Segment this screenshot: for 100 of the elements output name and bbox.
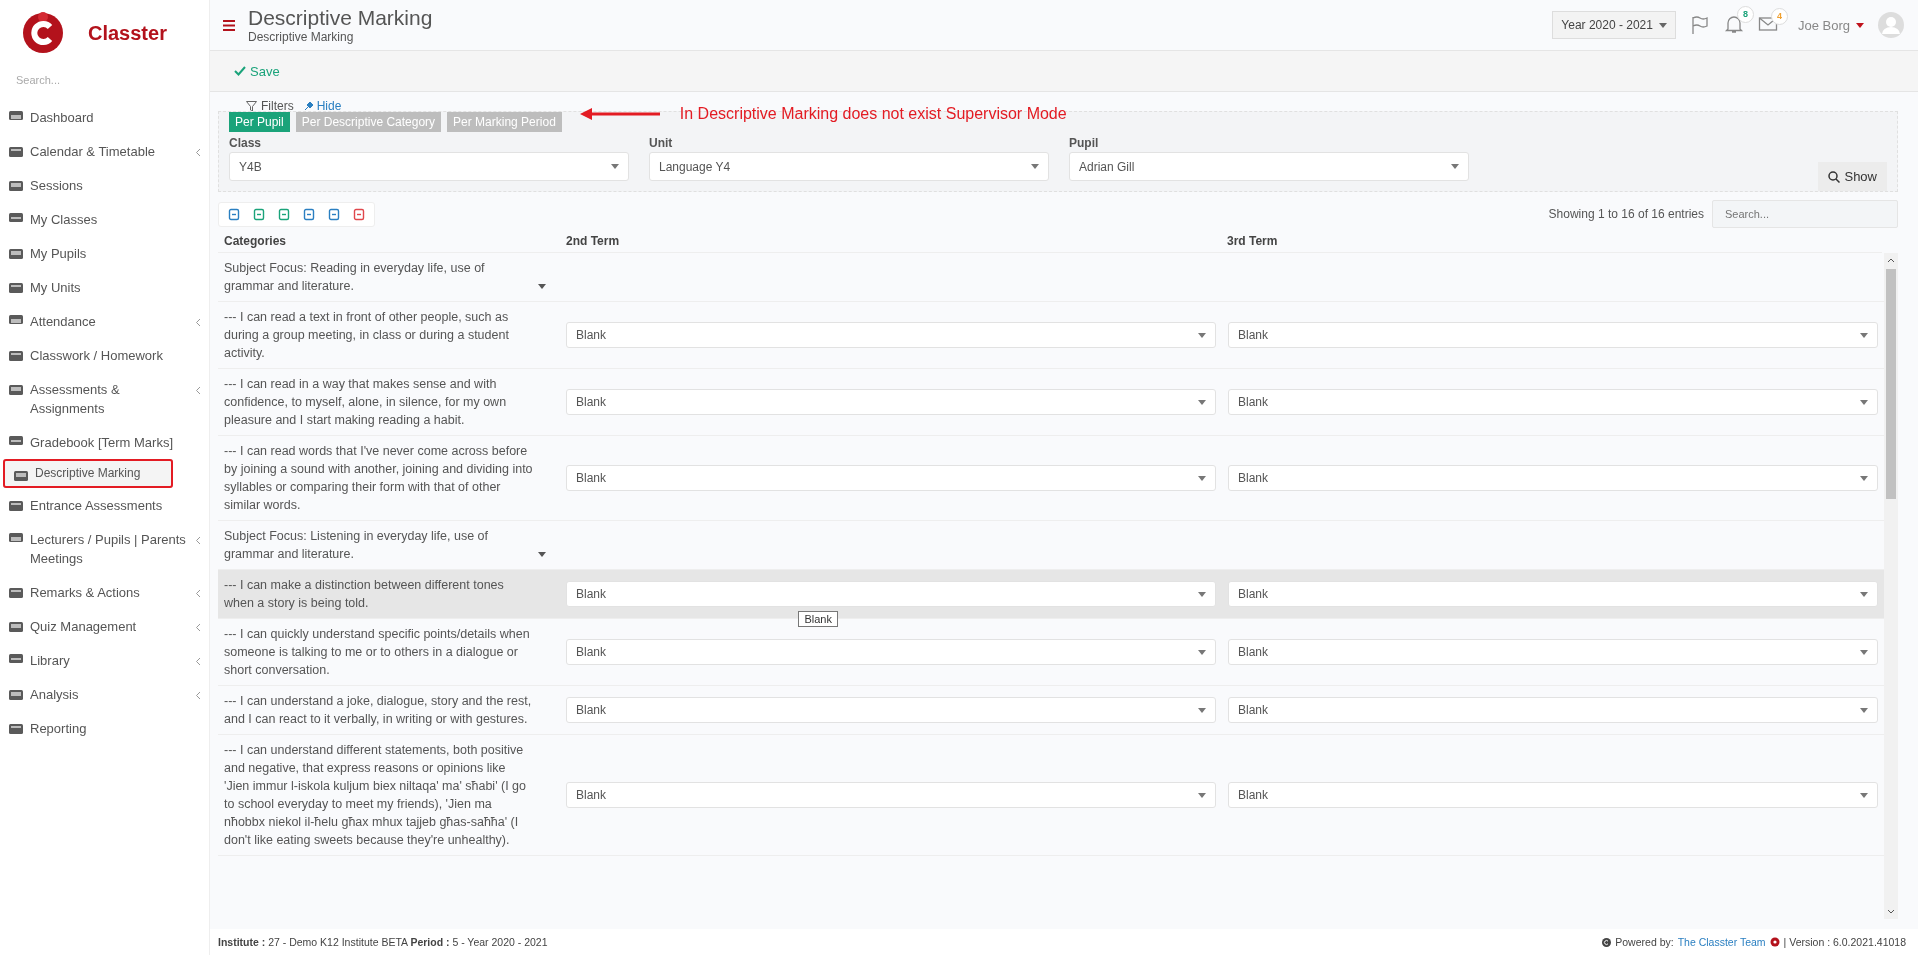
grade-select[interactable]: Blank: [566, 465, 1216, 491]
grade-select[interactable]: Blank: [566, 581, 1216, 607]
category-text: Subject Focus: Listening in everyday life, use of grammar and literature.: [224, 528, 490, 563]
caret-icon: [1856, 22, 1864, 28]
powered-by-text: Powered by:: [1615, 936, 1674, 948]
year-dropdown[interactable]: Year 2020 - 2021: [1552, 11, 1676, 39]
field-label: Unit: [649, 136, 674, 150]
category-text: --- I can read a text in front of other people, such as during a group meeting, in class or during a student activity.: [224, 309, 510, 362]
filters-label: Filters: [261, 99, 294, 113]
app-name: Classter: [88, 21, 167, 45]
flag-icon[interactable]: [1689, 15, 1710, 35]
grade-select[interactable]: Blank: [1228, 697, 1878, 723]
sidebar-item[interactable]: Calendar & Timetable: [0, 134, 203, 168]
pin-icon: [303, 101, 314, 111]
caret-icon: [1198, 649, 1206, 655]
notification-count: 8: [1736, 5, 1754, 23]
entries-info: Showing 1 to 16 of 16 entries: [1548, 207, 1704, 221]
institute-info: Institute : 27 - Demo K12 Institute BETA Period : 5 - Year 2020 - 2021: [218, 936, 548, 948]
show-button[interactable]: Show: [1818, 162, 1887, 191]
grade-select[interactable]: Blank: [1228, 389, 1878, 415]
category-text: --- I can read words that I've never come across before by joining a sound with another, joining and dividing into syllables or comparing their form with that of other similar words.: [224, 443, 534, 514]
hide-link[interactable]: Hide: [303, 99, 342, 113]
grade-select[interactable]: Blank: [1228, 465, 1878, 491]
column-header: 2nd Term: [566, 234, 621, 248]
annotation-text: In Descriptive Marking does not exist Supervisor Mode: [679, 105, 1067, 123]
caret-icon: [1658, 22, 1667, 28]
search-icon: [1828, 170, 1841, 183]
sidebar-item[interactable]: Lecturers / Pupils | Parents Meetings: [0, 522, 203, 575]
grade-select[interactable]: Blank: [566, 322, 1216, 348]
sidebar-item[interactable]: Entrance Assessments: [0, 488, 203, 522]
category-text: --- I can quickly understand specific points/details when someone is talking to me or to others in a dialogue or short conversation.: [224, 626, 531, 679]
select-field[interactable]: Y4B: [229, 152, 629, 181]
scrollbar-thumb[interactable]: [1886, 269, 1896, 499]
caret-icon: [1860, 707, 1868, 713]
page-title: Descriptive Marking: [248, 6, 434, 30]
grade-select[interactable]: Blank: [1228, 782, 1878, 808]
category-text: --- I can understand a joke, dialogue, story and the rest, and I can react to it verbally, in writing or with gestures.: [224, 693, 533, 728]
version-text: | Version : 6.0.2021.41018: [1783, 936, 1906, 948]
caret-icon: [1860, 475, 1868, 481]
sidebar-item[interactable]: Dashboard: [0, 100, 203, 134]
caret-icon: [1031, 164, 1039, 169]
caret-icon: [1198, 332, 1206, 338]
caret-icon: [1198, 591, 1206, 597]
logo-icon: [20, 10, 66, 56]
tooltip: Blank: [798, 611, 838, 627]
sidebar-item[interactable]: Classwork / Homework: [0, 338, 203, 372]
arrow-icon: [579, 108, 660, 120]
category-text: --- I can read in a way that makes sense and with confidence, to myself, alone, in silence, for my own pleasure and I start making reading a habit.: [224, 376, 508, 429]
grade-select[interactable]: Blank: [1228, 639, 1878, 665]
sidebar-item[interactable]: My Pupils: [0, 236, 203, 270]
caret-icon: [1198, 399, 1206, 405]
sidebar-item[interactable]: Assessments & Assignments: [0, 372, 203, 425]
sidebar-item[interactable]: Reporting: [0, 711, 203, 745]
grade-select[interactable]: Blank: [566, 639, 1216, 665]
grade-select[interactable]: Blank: [566, 389, 1216, 415]
page-subtitle: Descriptive Marking: [248, 30, 355, 44]
menu-icon[interactable]: [223, 19, 235, 31]
sidebar-item[interactable]: My Classes: [0, 202, 203, 236]
select-field[interactable]: Language Y4: [649, 152, 1049, 181]
column-header: 3rd Term: [1227, 234, 1279, 248]
grade-select[interactable]: Blank: [566, 697, 1216, 723]
sidebar-item[interactable]: Descriptive Marking: [3, 459, 173, 488]
caret-icon: [1198, 792, 1206, 798]
message-count: 4: [1770, 7, 1788, 25]
sidebar-item[interactable]: Gradebook [Term Marks]: [0, 425, 203, 459]
sidebar-item[interactable]: Library: [0, 643, 203, 677]
check-icon: [234, 66, 246, 76]
logo-icon: [1769, 937, 1780, 947]
caret-icon[interactable]: [538, 284, 546, 289]
caret-icon: [1860, 649, 1868, 655]
caret-icon: [1198, 707, 1206, 713]
scrollbar[interactable]: [1884, 253, 1898, 919]
sidebar-item[interactable]: Quiz Management: [0, 609, 203, 643]
envelope-icon[interactable]: [1757, 15, 1778, 32]
category-text: Subject Focus: Reading in everyday life, use of grammar and literature.: [224, 260, 486, 295]
grade-select[interactable]: Blank: [1228, 581, 1878, 607]
user-name[interactable]: Joe Borg: [1797, 17, 1850, 33]
caret-icon: [611, 164, 619, 169]
caret-icon: [1860, 332, 1868, 338]
caret-icon: [1451, 164, 1459, 169]
category-text: --- I can make a distinction between different tones when a story is being told.: [224, 577, 505, 612]
sidebar-item[interactable]: Attendance: [0, 304, 203, 338]
grade-select[interactable]: Blank: [1228, 322, 1878, 348]
sidebar-item[interactable]: Sessions: [0, 168, 203, 202]
category-text: --- I can understand different statements, both positive and negative, that express reasons or opinions like 'Jien immur l-iskola kuljum biex niltaqa' ma' sħabi' (I go to school everyday to meet my friends), 'Jien ma nħobbx niekol il-ħelu għax mhux tajjeb għas-saħħa' (I don't like eating sweets because they're unhealthy).: [224, 742, 528, 849]
sidebar-item[interactable]: Analysis: [0, 677, 203, 711]
caret-icon: [1860, 792, 1868, 798]
filter-icon: [246, 100, 257, 112]
caret-icon: [1860, 399, 1868, 405]
sidebar-item[interactable]: My Units: [0, 270, 203, 304]
sidebar-item[interactable]: Remarks & Actions: [0, 575, 203, 609]
caret-icon[interactable]: [538, 552, 546, 557]
copyright-icon: [1602, 937, 1612, 947]
team-link[interactable]: The Classter Team: [1677, 936, 1766, 948]
bell-icon[interactable]: [1723, 13, 1744, 34]
select-field[interactable]: Adrian Gill: [1069, 152, 1469, 181]
field-label: Class: [229, 136, 263, 150]
search-field[interactable]: Search...: [1712, 200, 1898, 228]
grade-select[interactable]: Blank: [566, 782, 1216, 808]
field-label: Pupil: [1069, 136, 1100, 150]
